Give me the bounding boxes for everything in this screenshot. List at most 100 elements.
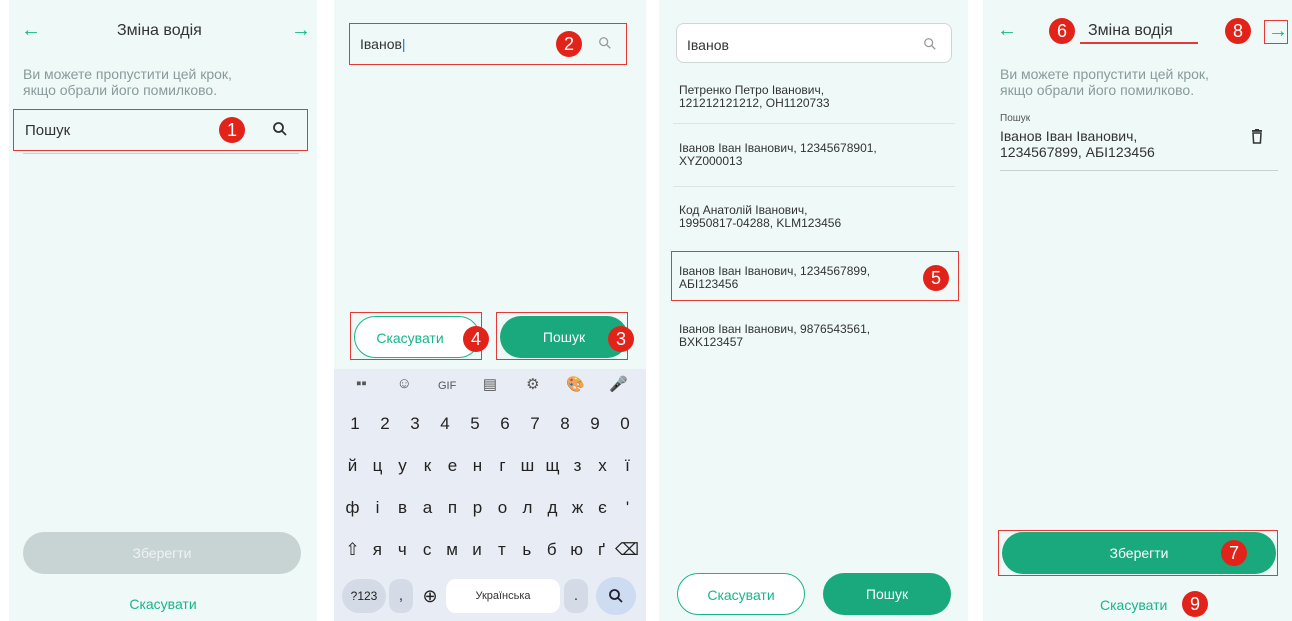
key[interactable]: ' [616,493,639,523]
key[interactable]: д [541,493,564,523]
key[interactable]: ж [566,493,589,523]
keyboard-row-digits: 1 2 3 4 5 6 7 8 9 0 [340,409,640,439]
key[interactable]: 9 [581,409,609,439]
arrow-left-icon[interactable]: ← [21,20,41,40]
cancel-link[interactable]: Скасувати [1100,597,1167,613]
key[interactable]: я [366,535,389,565]
key[interactable]: м [441,535,464,565]
key[interactable]: ь [515,535,538,565]
selected-driver-line-2: 1234567899, АБІ123456 [1000,144,1155,160]
key[interactable]: л [516,493,539,523]
key[interactable]: 5 [461,409,489,439]
search-button[interactable]: Пошук [823,573,951,615]
list-item[interactable]: Код Анатолій Іванович, 19950817-04288, K… [679,204,949,230]
globe-icon[interactable]: ⊕ [416,579,444,613]
key[interactable]: р [466,493,489,523]
cancel-link[interactable]: Скасувати [9,596,317,612]
key[interactable]: щ [541,451,564,481]
key[interactable]: х [591,451,614,481]
key[interactable]: ї [616,451,639,481]
key[interactable]: 8 [551,409,579,439]
settings-gear-icon[interactable]: ⚙ [511,375,554,397]
gif-icon[interactable]: GIF [426,375,469,397]
space-key[interactable]: Українська [446,579,560,613]
key[interactable]: е [441,451,464,481]
key[interactable]: з [566,451,589,481]
key[interactable]: 3 [401,409,429,439]
palette-icon[interactable]: 🎨 [554,375,597,397]
cancel-button[interactable]: Скасувати [354,316,480,358]
shift-key-icon[interactable]: ⇧ [341,535,364,565]
sticker-icon[interactable]: ☺ [383,375,426,397]
screen-change-driver-selected: ← 6 Зміна водія 8 → Ви можете пропустити… [983,0,1292,621]
key[interactable]: в [391,493,414,523]
key[interactable]: и [466,535,489,565]
arrow-left-icon[interactable]: ← [997,20,1017,40]
step-badge-3: 3 [608,326,634,352]
key[interactable]: 6 [491,409,519,439]
key[interactable]: й [341,451,364,481]
keyboard-search-key[interactable] [596,577,636,615]
list-item[interactable]: Іванов Іван Іванович, 9876543561, BXK123… [679,323,949,349]
key[interactable]: 1 [341,409,369,439]
key[interactable]: ф [341,493,364,523]
search-icon[interactable] [923,37,937,51]
key[interactable]: г [491,451,514,481]
search-icon[interactable] [272,121,288,137]
clipboard-icon[interactable]: ▤ [469,375,512,397]
screen-search-results: Іванов Петренко Петро Іванович, 12121212… [659,0,968,621]
key[interactable]: 7 [521,409,549,439]
key[interactable]: і [366,493,389,523]
key[interactable]: а [416,493,439,523]
key[interactable]: н [466,451,489,481]
step-badge-9: 9 [1182,591,1208,617]
key[interactable]: 4 [431,409,459,439]
key[interactable]: ч [391,535,414,565]
backspace-key-icon[interactable]: ⌫ [615,535,639,565]
divider [673,123,955,124]
selected-driver-line-1: Іванов Іван Іванович, [1000,128,1138,144]
search-input[interactable]: Іванов| [360,36,406,52]
key[interactable]: у [391,451,414,481]
key[interactable]: с [416,535,439,565]
key[interactable]: ц [366,451,389,481]
key[interactable]: ґ [590,535,613,565]
selected-driver-value[interactable]: Іванов Іван Іванович, 1234567899, АБІ123… [1000,128,1155,160]
result-line-2: 19950817-04288, KLM123456 [679,216,842,230]
key[interactable]: ш [516,451,539,481]
save-button[interactable]: Зберегти [23,532,301,574]
page-title: Зміна водія [1088,22,1173,39]
arrow-right-icon[interactable]: → [291,20,311,40]
comma-key[interactable]: , [389,579,413,613]
symbols-key[interactable]: ?123 [342,579,386,613]
key[interactable]: т [490,535,513,565]
key[interactable]: 0 [611,409,639,439]
arrow-right-icon[interactable]: → [1268,21,1288,41]
search-input-value: Іванов [360,36,402,52]
list-item-selected[interactable]: Іванов Іван Іванович, 1234567899, АБІ123… [679,265,949,291]
hint-line-1: Ви можете пропустити цей крок, [23,66,232,82]
key[interactable]: о [491,493,514,523]
microphone-icon[interactable]: 🎤 [597,375,640,397]
list-item[interactable]: Іванов Іван Іванович, 12345678901, XYZ00… [679,142,949,168]
period-key[interactable]: . [564,579,588,613]
search-input[interactable]: Іванов [676,23,952,63]
key[interactable]: ю [565,535,588,565]
key[interactable]: є [591,493,614,523]
step-badge-6: 6 [1049,18,1075,44]
search-field-label[interactable]: Пошук [25,122,70,139]
key[interactable]: б [540,535,563,565]
key[interactable]: 2 [371,409,399,439]
list-item[interactable]: Петренко Петро Іванович, 121212121212, О… [679,84,949,110]
search-icon[interactable] [598,36,612,50]
key[interactable]: к [416,451,439,481]
cancel-button[interactable]: Скасувати [677,573,805,615]
keyboard-row-2: ф і в а п р о л д ж є ' [340,493,640,523]
key[interactable]: п [441,493,464,523]
apps-grid-icon[interactable]: ▪▪ [340,375,383,397]
screen-change-driver-empty: ← Зміна водія → Ви можете пропустити цей… [9,0,317,621]
field-underline [1000,170,1278,171]
keyboard-toolbar: ▪▪ ☺ GIF ▤ ⚙ 🎨 🎤 [340,375,640,397]
step-badge-5: 5 [923,265,949,291]
trash-icon[interactable] [1251,129,1263,144]
